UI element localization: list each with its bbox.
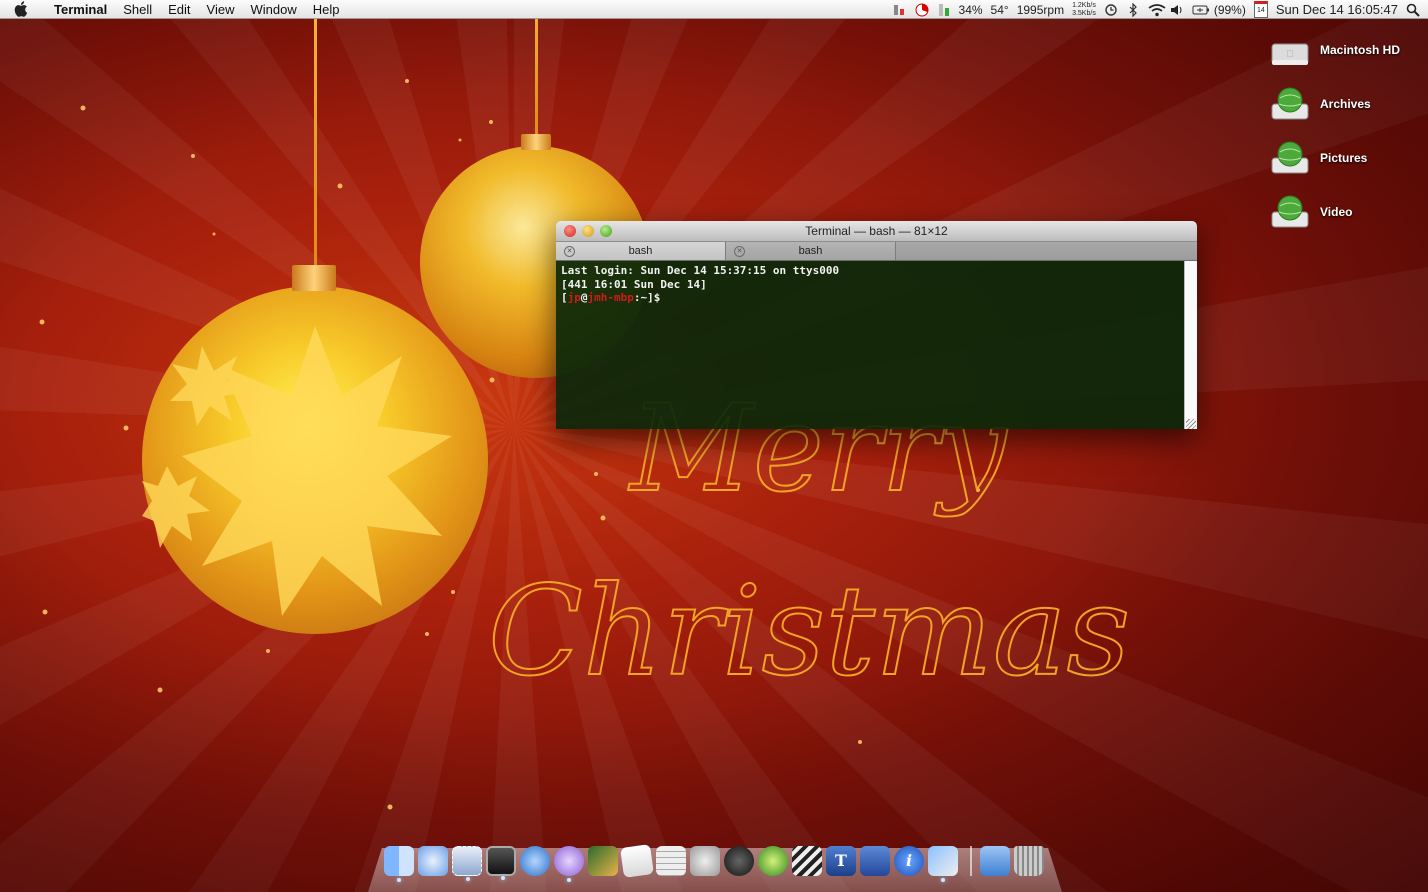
running-indicator	[466, 877, 470, 881]
network-drive-icon	[1271, 87, 1309, 120]
finder-icon[interactable]	[384, 846, 414, 882]
memory-bars-icon[interactable]	[937, 3, 951, 17]
system-preferences-icon[interactable]	[690, 846, 720, 876]
fan-speed-text[interactable]: 1995rpm	[1017, 3, 1064, 17]
itunes-icon[interactable]	[554, 846, 584, 882]
terminal-icon[interactable]	[486, 846, 516, 880]
desktop-drive-video[interactable]: Video	[1270, 192, 1352, 232]
greeting-christmas: Christmas	[487, 559, 1131, 705]
prompt-host: jmh-mbp	[587, 291, 634, 304]
window-title: Terminal — bash — 81×12	[805, 224, 948, 238]
tab-label: bash	[798, 245, 823, 257]
tab-label: bash	[628, 245, 653, 257]
bluetooth-icon[interactable]	[1126, 2, 1140, 17]
close-tab-icon[interactable]: ✕	[734, 246, 745, 257]
iphoto-icon[interactable]	[588, 846, 618, 876]
prompt-user: jp	[567, 291, 581, 304]
terminal-window[interactable]: Terminal — bash — 81×12 ✕ bash ✕ bash La…	[556, 221, 1197, 429]
text-app-icon[interactable]: T	[826, 846, 856, 876]
temperature-text[interactable]: 54°	[991, 3, 1009, 17]
running-indicator	[397, 878, 401, 882]
desktop-drive-pictures[interactable]: Pictures	[1270, 138, 1367, 178]
menu-window[interactable]: Window	[243, 0, 305, 19]
calendar-icon[interactable]: 14	[1253, 1, 1268, 18]
menu-edit[interactable]: Edit	[160, 0, 198, 19]
ornament-string	[314, 19, 317, 269]
resize-grip-icon[interactable]	[1186, 419, 1196, 429]
net-down-text: 3.5Kb/s	[1072, 9, 1096, 17]
calculator-icon[interactable]	[656, 846, 686, 876]
textedit-icon[interactable]	[620, 844, 654, 878]
terminal-line: Last login: Sun Dec 14 15:37:15 on ttys0…	[561, 264, 840, 277]
script-editor-icon[interactable]	[860, 846, 890, 876]
browser-icon[interactable]	[520, 846, 550, 876]
prompt-path: :~]$	[633, 291, 661, 304]
ornament-string	[535, 0, 538, 140]
volume-icon[interactable]	[1170, 3, 1184, 17]
running-indicator	[501, 876, 505, 880]
minimize-window-button[interactable]	[582, 225, 594, 237]
desktop-drive-label: Pictures	[1320, 151, 1368, 165]
menu-app-name[interactable]: Terminal	[46, 0, 115, 19]
desktop-drive-label: Archives	[1320, 97, 1371, 111]
menu-view[interactable]: View	[199, 0, 243, 19]
prompt-at: @	[580, 291, 588, 304]
running-indicator	[567, 878, 571, 882]
hard-drive-icon: 	[1271, 43, 1309, 65]
zoom-window-button[interactable]	[600, 225, 612, 237]
mail-stamp-icon[interactable]	[452, 846, 482, 881]
menu-bar: Terminal Shell Edit View Window Help 34%…	[0, 0, 1428, 19]
preview-icon[interactable]	[928, 846, 958, 882]
svg-text:: 	[1286, 49, 1294, 60]
dock-separator	[970, 846, 972, 876]
clapperboard-icon[interactable]	[792, 846, 822, 876]
wifi-icon[interactable]	[1148, 3, 1166, 17]
prompt-bracket: [	[561, 291, 568, 304]
tab-bash-2[interactable]: ✕ bash	[726, 242, 896, 260]
ornament-star-pattern	[142, 326, 452, 616]
net-up-text: 1.2Kb/s	[1072, 1, 1096, 9]
tab-bar: ✕ bash ✕ bash	[556, 242, 1197, 261]
close-tab-icon[interactable]: ✕	[564, 246, 575, 257]
desktop-drive-label: Video	[1320, 205, 1353, 219]
terminal-line: [441 16:01 Sun Dec 14]	[561, 277, 707, 291]
network-speed[interactable]: 1.2Kb/s 3.5Kb/s	[1072, 2, 1096, 18]
info-icon[interactable]: i	[894, 846, 924, 876]
trash-icon[interactable]	[1014, 846, 1044, 876]
battery-percent-text[interactable]: (99%)	[1214, 3, 1246, 17]
folder-stack-icon[interactable]	[980, 846, 1010, 876]
globe-app-icon[interactable]	[758, 846, 788, 876]
network-drive-icon	[1271, 195, 1309, 228]
time-machine-icon[interactable]	[1104, 3, 1118, 17]
tab-bash-1[interactable]: ✕ bash	[556, 242, 726, 260]
running-indicator	[941, 878, 945, 882]
apple-menu-icon[interactable]	[14, 1, 32, 17]
desktop-drive-macintosh-hd[interactable]:  Macintosh HD	[1270, 30, 1400, 70]
ornament-cap	[521, 134, 551, 150]
window-titlebar[interactable]: Terminal — bash — 81×12	[556, 221, 1197, 242]
battery-icon[interactable]	[1192, 3, 1209, 17]
menu-shell[interactable]: Shell	[115, 0, 160, 19]
network-drive-icon	[1271, 141, 1309, 174]
disk-activity-icon[interactable]	[893, 3, 907, 17]
mail-icon[interactable]	[418, 846, 448, 876]
dock: T i	[384, 844, 1048, 882]
vertical-scrollbar[interactable]	[1184, 261, 1197, 429]
menu-help[interactable]: Help	[305, 0, 348, 19]
cpu-usage-text[interactable]: 34%	[959, 3, 983, 17]
menu-clock[interactable]: Sun Dec 14 16:05:47	[1276, 2, 1398, 17]
cpu-pie-icon[interactable]	[915, 3, 929, 17]
close-window-button[interactable]	[564, 225, 576, 237]
terminal-prompt: [jp@jmh-mbp:~]$	[561, 291, 1192, 305]
webcam-icon[interactable]	[724, 846, 754, 876]
terminal-output[interactable]: Last login: Sun Dec 14 15:37:15 on ttys0…	[556, 261, 1197, 429]
spotlight-search-icon[interactable]	[1406, 3, 1420, 17]
desktop-drive-label: Macintosh HD	[1320, 43, 1401, 57]
status-area: 34% 54° 1995rpm 1.2Kb/s 3.5Kb/s (99%) 14…	[893, 0, 1428, 19]
desktop-drive-archives[interactable]: Archives	[1270, 84, 1371, 124]
